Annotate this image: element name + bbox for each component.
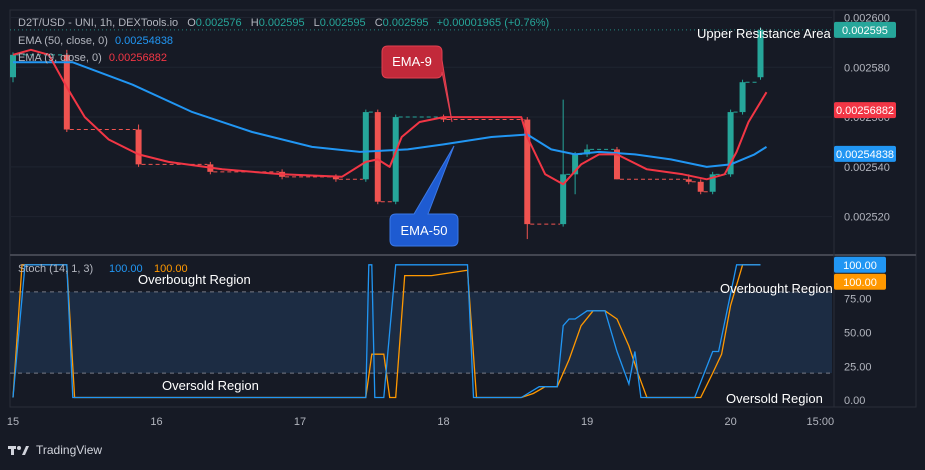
ema50-label: EMA (50, close, 0) (18, 35, 108, 47)
ohlc-close-value: 0.002595 (382, 17, 429, 29)
price-tick-label: 0.002520 (844, 212, 890, 224)
x-tick-label: 16 (150, 416, 162, 428)
candle-body (739, 82, 746, 113)
ema50-value: 0.00254838 (114, 35, 174, 47)
overbought-label-right: Overbought Region (720, 281, 833, 296)
ema9-legend[interactable]: EMA (9, close, 0) 0.00256882 (18, 52, 167, 64)
price-tick-label: 0.002580 (844, 62, 890, 74)
ohlc-high-value: 0.002595 (258, 17, 305, 29)
price-value-tag-label: 0.002595 (842, 25, 888, 37)
x-tick-label: 15 (7, 416, 19, 428)
ohlc-open-value: 0.002576 (195, 17, 242, 29)
header-line-1: D2T/USD - UNI, 1h, DEXTools.io O0.002576… (18, 17, 549, 29)
x-tick-label: 15:00 (807, 416, 835, 428)
chart-svg[interactable]: 0.0025200.0025400.0025600.0025800.002600… (0, 0, 925, 470)
ema9-callout-text: EMA-9 (392, 54, 432, 69)
stoch-label: Stoch (14, 1, 3) (18, 263, 93, 275)
ohlc-close-key: C (374, 17, 383, 29)
x-tick-label: 17 (294, 416, 306, 428)
overbought-label-left: Overbought Region (138, 272, 251, 287)
tradingview-brand: TradingView (36, 443, 103, 457)
candle-body (10, 54, 16, 78)
candle-body (374, 112, 381, 202)
price-value-tag-label: 0.00254838 (836, 149, 894, 161)
stoch-tick-label: 25.00 (844, 361, 872, 373)
ema9-label: EMA (9, close, 0) (18, 52, 102, 64)
price-value-tag-label: 0.00256882 (836, 105, 894, 117)
oversold-label-left: Oversold Region (162, 378, 259, 393)
stoch-value-tag-label: 100.00 (843, 277, 877, 289)
candle-body (362, 112, 369, 180)
ema50-legend[interactable]: EMA (50, close, 0) 0.00254838 (18, 35, 173, 47)
ohlc-low-value: 0.002595 (319, 17, 366, 29)
stoch-tick-label: 50.00 (844, 328, 872, 340)
x-tick-label: 20 (724, 416, 736, 428)
chart-root: 0.0025200.0025400.0025600.0025800.002600… (0, 0, 925, 470)
ohlc-high-key: H (250, 17, 259, 29)
ema9-value: 0.00256882 (108, 52, 167, 64)
ema50-callout-text: EMA-50 (401, 223, 448, 238)
x-tick-label: 19 (581, 416, 593, 428)
candle-body (697, 181, 704, 192)
oversold-label-right: Oversold Region (726, 391, 823, 406)
tradingview-logo-icon (8, 446, 29, 455)
ohlc-open-key: O (187, 17, 196, 29)
change-value: +0.00001965 (+0.76%) (436, 17, 550, 29)
tradingview-footer[interactable]: TradingView (8, 443, 102, 457)
stoch-value-tag-label: 100.00 (843, 260, 877, 272)
price-tick-label: 0.002540 (844, 162, 890, 174)
symbol-line: D2T/USD - UNI, 1h, DEXTools.io (18, 17, 179, 29)
stoch-tick-label: 0.00 (844, 395, 865, 407)
candle-body (135, 129, 142, 165)
x-tick-label: 18 (437, 416, 449, 428)
candle-body (685, 179, 692, 182)
stoch-tick-label: 75.00 (844, 294, 872, 306)
upper-resistance-label: Upper Resistance Area (697, 26, 831, 41)
